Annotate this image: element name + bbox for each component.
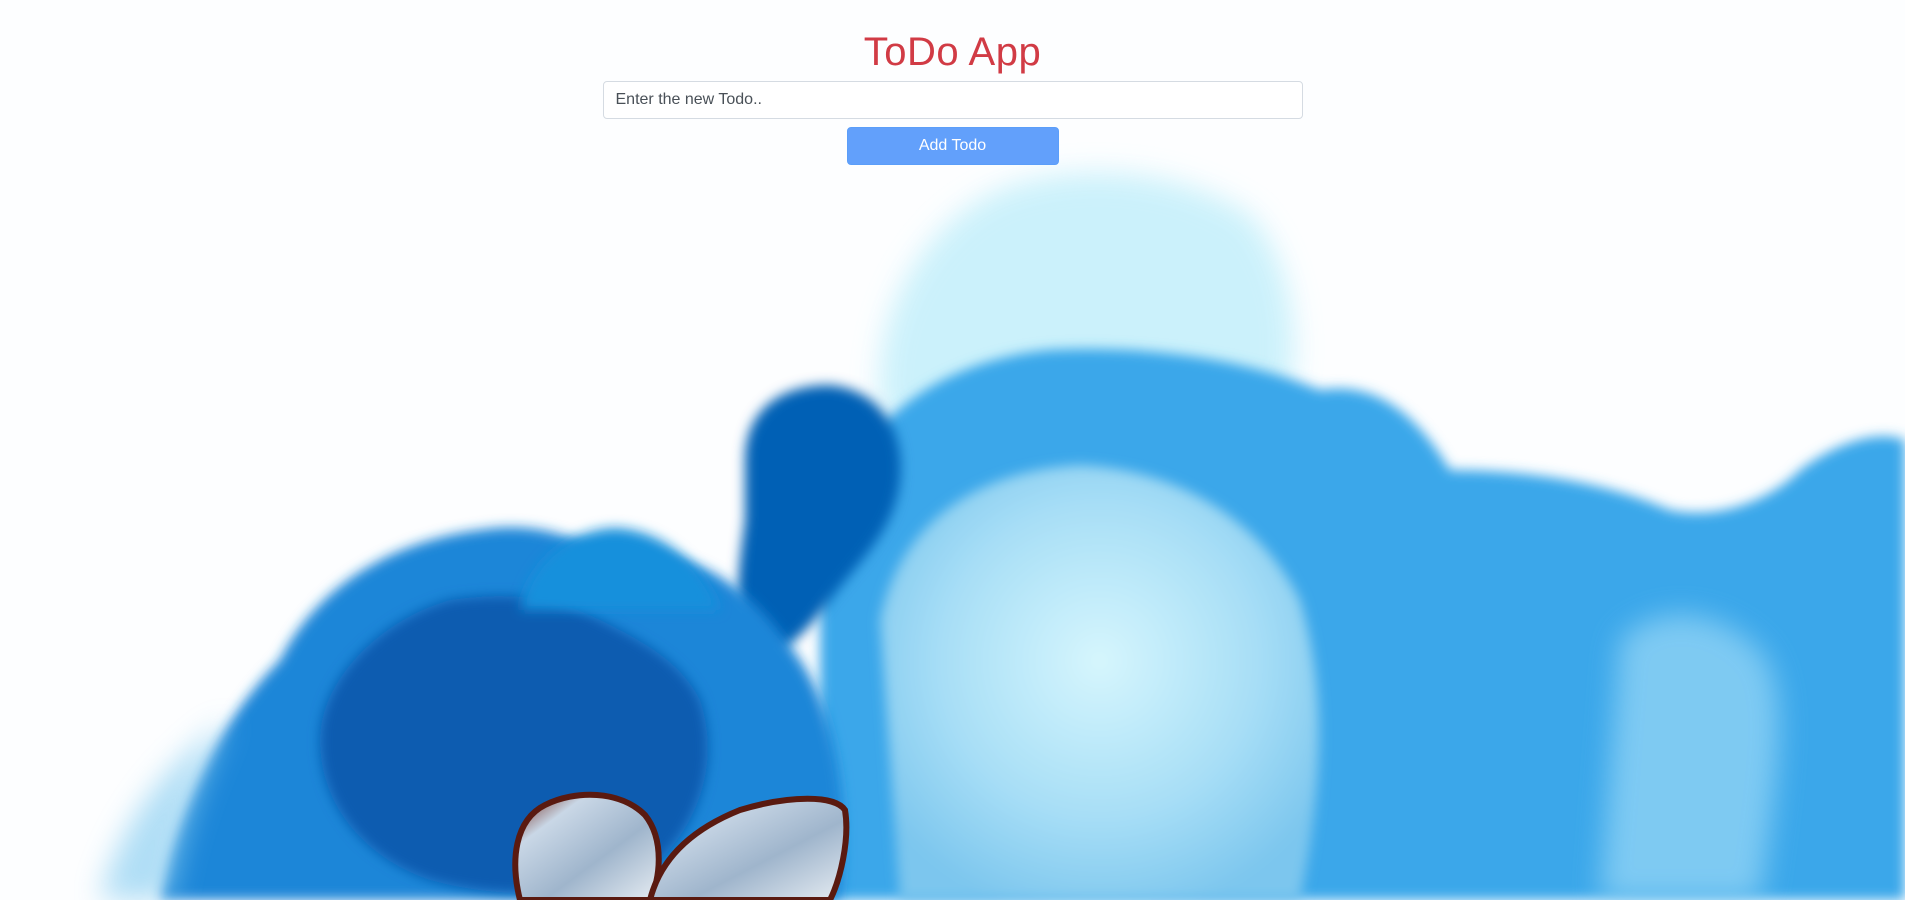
page: ToDo App Add Todo: [0, 0, 1905, 900]
butterfly-wing-left: [512, 791, 662, 900]
add-todo-button[interactable]: Add Todo: [846, 127, 1059, 165]
new-todo-input[interactable]: [602, 81, 1303, 119]
todo-app: ToDo App Add Todo: [0, 0, 1905, 165]
page-title: ToDo App: [863, 30, 1042, 74]
ink-cloud-far-right-glow: [1600, 614, 1779, 900]
